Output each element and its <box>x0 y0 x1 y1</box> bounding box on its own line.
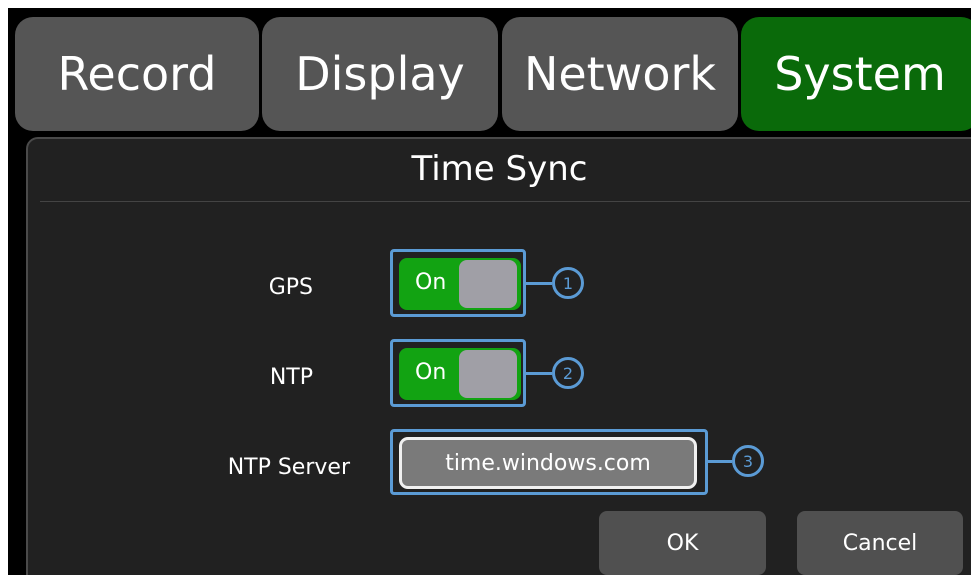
tab-display[interactable]: Display <box>262 17 498 131</box>
ntp-highlight-box: On <box>390 339 526 407</box>
ntp-callout-line <box>526 372 552 375</box>
callout-2: 2 <box>552 357 584 389</box>
time-sync-panel: Time Sync GPS On 1 NTP On 2 NTP Server t… <box>26 137 971 575</box>
gps-callout-line <box>526 282 552 285</box>
gps-toggle-state: On <box>415 270 447 295</box>
ntp-server-input[interactable]: time.windows.com <box>399 437 697 489</box>
device-screen: Record Display Network System Time Sync … <box>8 8 971 575</box>
callout-1: 1 <box>552 267 584 299</box>
ntp-server-highlight-box: time.windows.com <box>390 429 708 495</box>
gps-toggle[interactable]: On <box>399 258 521 310</box>
gps-highlight-box: On <box>390 249 526 317</box>
panel-title: Time Sync <box>411 149 588 189</box>
ntp-toggle[interactable]: On <box>399 348 521 400</box>
callout-3: 3 <box>732 445 764 477</box>
title-divider <box>40 201 970 202</box>
ntp-toggle-knob[interactable] <box>459 350 517 398</box>
tab-system[interactable]: System <box>741 17 971 131</box>
ntp-toggle-state: On <box>415 360 447 385</box>
gps-label: GPS <box>268 275 313 300</box>
ok-button[interactable]: OK <box>599 511 766 575</box>
cancel-button[interactable]: Cancel <box>797 511 963 575</box>
ntp-server-label: NTP Server <box>227 455 350 480</box>
gps-toggle-knob[interactable] <box>459 260 517 308</box>
ntp-server-callout-line <box>708 460 732 463</box>
tab-record[interactable]: Record <box>15 17 259 131</box>
ntp-label: NTP <box>269 365 313 390</box>
tab-network[interactable]: Network <box>502 17 738 131</box>
